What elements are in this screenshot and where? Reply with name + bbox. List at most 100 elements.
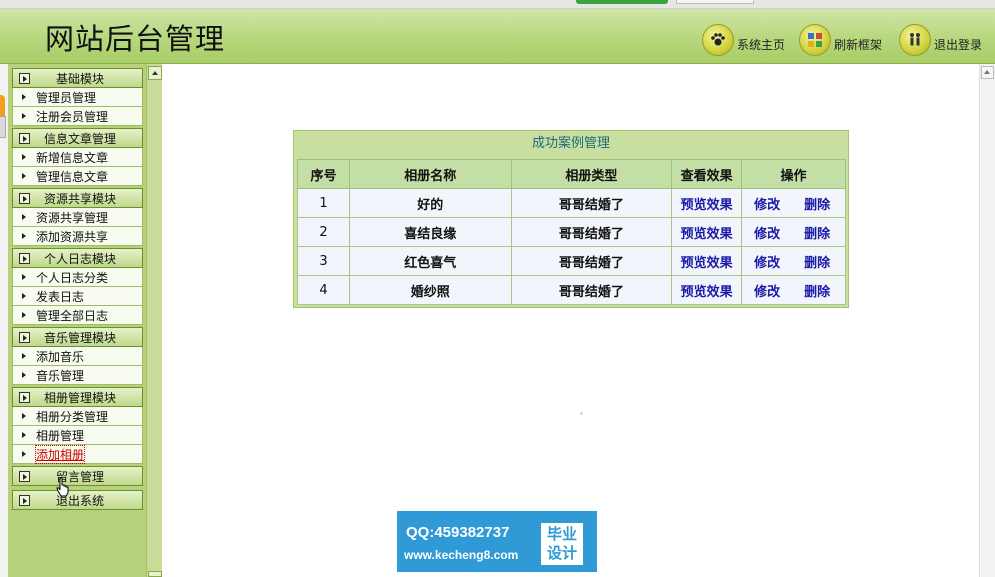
home-link[interactable]: 系统主页: [702, 24, 785, 56]
album-type: 哥哥结婚了: [510, 246, 673, 276]
menu-item-manage-articles[interactable]: 管理信息文章: [12, 167, 143, 186]
table-row: 1 好的 哥哥结婚了 预览效果 修改 删除: [297, 188, 846, 218]
menu-item-blog-category[interactable]: 个人日志分类: [12, 268, 143, 287]
edit-link[interactable]: 修改: [754, 227, 780, 242]
column-header: 序号: [297, 159, 350, 189]
row-number: 1: [297, 188, 350, 218]
hand-cursor-icon: [56, 477, 69, 497]
row-number: 3: [297, 246, 350, 276]
album-table: 序号 相册名称 相册类型 查看效果 操作 1 好的 哥哥结婚了 预览效果 修改删…: [297, 159, 846, 305]
menu-item-album-category[interactable]: 相册分类管理: [12, 407, 143, 426]
menu-group-music: 音乐管理模块 添加音乐 音乐管理: [12, 327, 143, 385]
menu-group-header[interactable]: 退出系统: [12, 490, 143, 510]
arrow-right-icon: [22, 94, 26, 100]
menu-group-title: 留言管理: [55, 469, 104, 484]
arrow-right-icon: [22, 432, 26, 438]
menu-item-album-manage[interactable]: 相册管理: [12, 426, 143, 445]
sidebar-scrollbar[interactable]: [146, 64, 162, 577]
menu-item-post-blog[interactable]: 发表日志: [12, 287, 143, 306]
menu-group-header[interactable]: 基础模块: [12, 68, 143, 88]
menu-item-resource-manage[interactable]: 资源共享管理: [12, 208, 143, 227]
preview-link[interactable]: 预览效果: [681, 256, 733, 271]
refresh-frame-label: 刷新框架: [834, 37, 883, 52]
preview-link[interactable]: 预览效果: [681, 285, 733, 300]
menu-item-label: 音乐管理: [36, 368, 85, 383]
menu-group-header[interactable]: 信息文章管理: [12, 128, 143, 148]
menu-group-title: 资源共享模块: [43, 191, 116, 206]
menu-item-label: 管理员管理: [36, 90, 97, 105]
edit-link[interactable]: 修改: [754, 198, 780, 213]
delete-link[interactable]: 删除: [804, 198, 830, 213]
menu-group-album: 相册管理模块 相册分类管理 相册管理 添加相册: [12, 387, 143, 464]
menu-group-title: 退出系统: [55, 493, 104, 508]
column-header: 相册名称: [348, 159, 512, 189]
delete-link[interactable]: 删除: [804, 227, 830, 242]
watermark: QQ:459382737 www.kecheng8.com 毕业 设计: [397, 511, 597, 572]
case-manage-panel: 成功案例管理 序号 相册名称 相册类型 查看效果 操作 1 好的 哥哥结婚了 预…: [293, 130, 849, 308]
menu-group-header[interactable]: 音乐管理模块: [12, 327, 143, 347]
album-name: 婚纱照: [348, 275, 512, 305]
arrow-right-icon: [22, 451, 26, 457]
menu-group-header[interactable]: 资源共享模块: [12, 188, 143, 208]
menu-group-title: 基础模块: [55, 71, 104, 86]
table-row: 3 红色喜气 哥哥结婚了 预览效果 修改 删除: [297, 246, 846, 276]
arrow-right-icon: [22, 353, 26, 359]
arrow-right-icon: [22, 214, 26, 220]
preview-link[interactable]: 预览效果: [681, 198, 733, 213]
main-scrollbar[interactable]: [979, 64, 995, 577]
menu-group-header[interactable]: 留言管理: [12, 466, 143, 486]
column-header: 操作: [741, 159, 846, 189]
logout-link[interactable]: 退出登录: [899, 24, 982, 56]
menu-group-header[interactable]: 个人日志模块: [12, 248, 143, 268]
delete-link[interactable]: 删除: [804, 256, 830, 271]
menu-item-add-article[interactable]: 新增信息文章: [12, 148, 143, 167]
expand-icon: [19, 72, 30, 84]
menu-item-add-music[interactable]: 添加音乐: [12, 347, 143, 366]
menu-item-label: 发表日志: [36, 289, 85, 304]
menu-item-admin-manage[interactable]: 管理员管理: [12, 88, 143, 107]
menu-item-music-manage[interactable]: 音乐管理: [12, 366, 143, 385]
menu-item-add-resource[interactable]: 添加资源共享: [12, 227, 143, 246]
menu-item-manage-blogs[interactable]: 管理全部日志: [12, 306, 143, 325]
menu-item-add-album[interactable]: 添加相册: [12, 444, 143, 464]
scroll-up-button[interactable]: [148, 66, 162, 80]
top-gray-button[interactable]: [676, 0, 754, 4]
watermark-url: www.kecheng8.com: [404, 548, 519, 562]
row-number: 2: [297, 217, 350, 247]
row-number: 4: [297, 275, 350, 305]
delete-link[interactable]: 删除: [804, 285, 830, 300]
menu-item-member-manage[interactable]: 注册会员管理: [12, 107, 143, 126]
preview-cell: 预览效果: [671, 188, 743, 218]
table-row: 2 喜结良缘 哥哥结婚了 预览效果 修改 删除: [297, 217, 846, 247]
expand-icon: [19, 494, 30, 506]
watermark-seal: 毕业 设计: [541, 523, 583, 565]
expand-icon: [19, 252, 30, 264]
scroll-up-button[interactable]: [981, 66, 994, 79]
arrow-right-icon: [22, 293, 26, 299]
expand-icon: [19, 470, 30, 482]
menu-group-header[interactable]: 相册管理模块: [12, 387, 143, 407]
arrow-right-icon: [22, 274, 26, 280]
scroll-down-button[interactable]: [148, 571, 162, 577]
arrow-right-icon: [22, 233, 26, 239]
ops-cell: 修改 删除: [741, 275, 846, 305]
menu-group-title: 个人日志模块: [43, 251, 116, 266]
menu-item-label: 管理全部日志: [36, 308, 109, 323]
edit-link[interactable]: 修改: [754, 256, 780, 271]
edge-gray-tab[interactable]: [0, 116, 6, 138]
preview-link[interactable]: 预览效果: [681, 227, 733, 242]
menu-item-label: 相册分类管理: [36, 409, 109, 424]
menu-item-label: 管理信息文章: [36, 169, 109, 184]
home-link-label: 系统主页: [737, 37, 786, 52]
edit-link[interactable]: 修改: [754, 285, 780, 300]
seal-line: 设计: [546, 544, 577, 562]
arrow-right-icon: [22, 372, 26, 378]
menu-item-label: 添加相册: [34, 444, 86, 464]
top-green-button[interactable]: [576, 0, 668, 4]
column-header: 查看效果: [671, 159, 743, 189]
refresh-frame-link[interactable]: 刷新框架: [799, 24, 882, 56]
page-title: 网站后台管理: [45, 22, 226, 56]
arrow-right-icon: [22, 312, 26, 318]
ops-cell: 修改 删除: [741, 188, 846, 218]
album-type: 哥哥结婚了: [510, 188, 673, 218]
